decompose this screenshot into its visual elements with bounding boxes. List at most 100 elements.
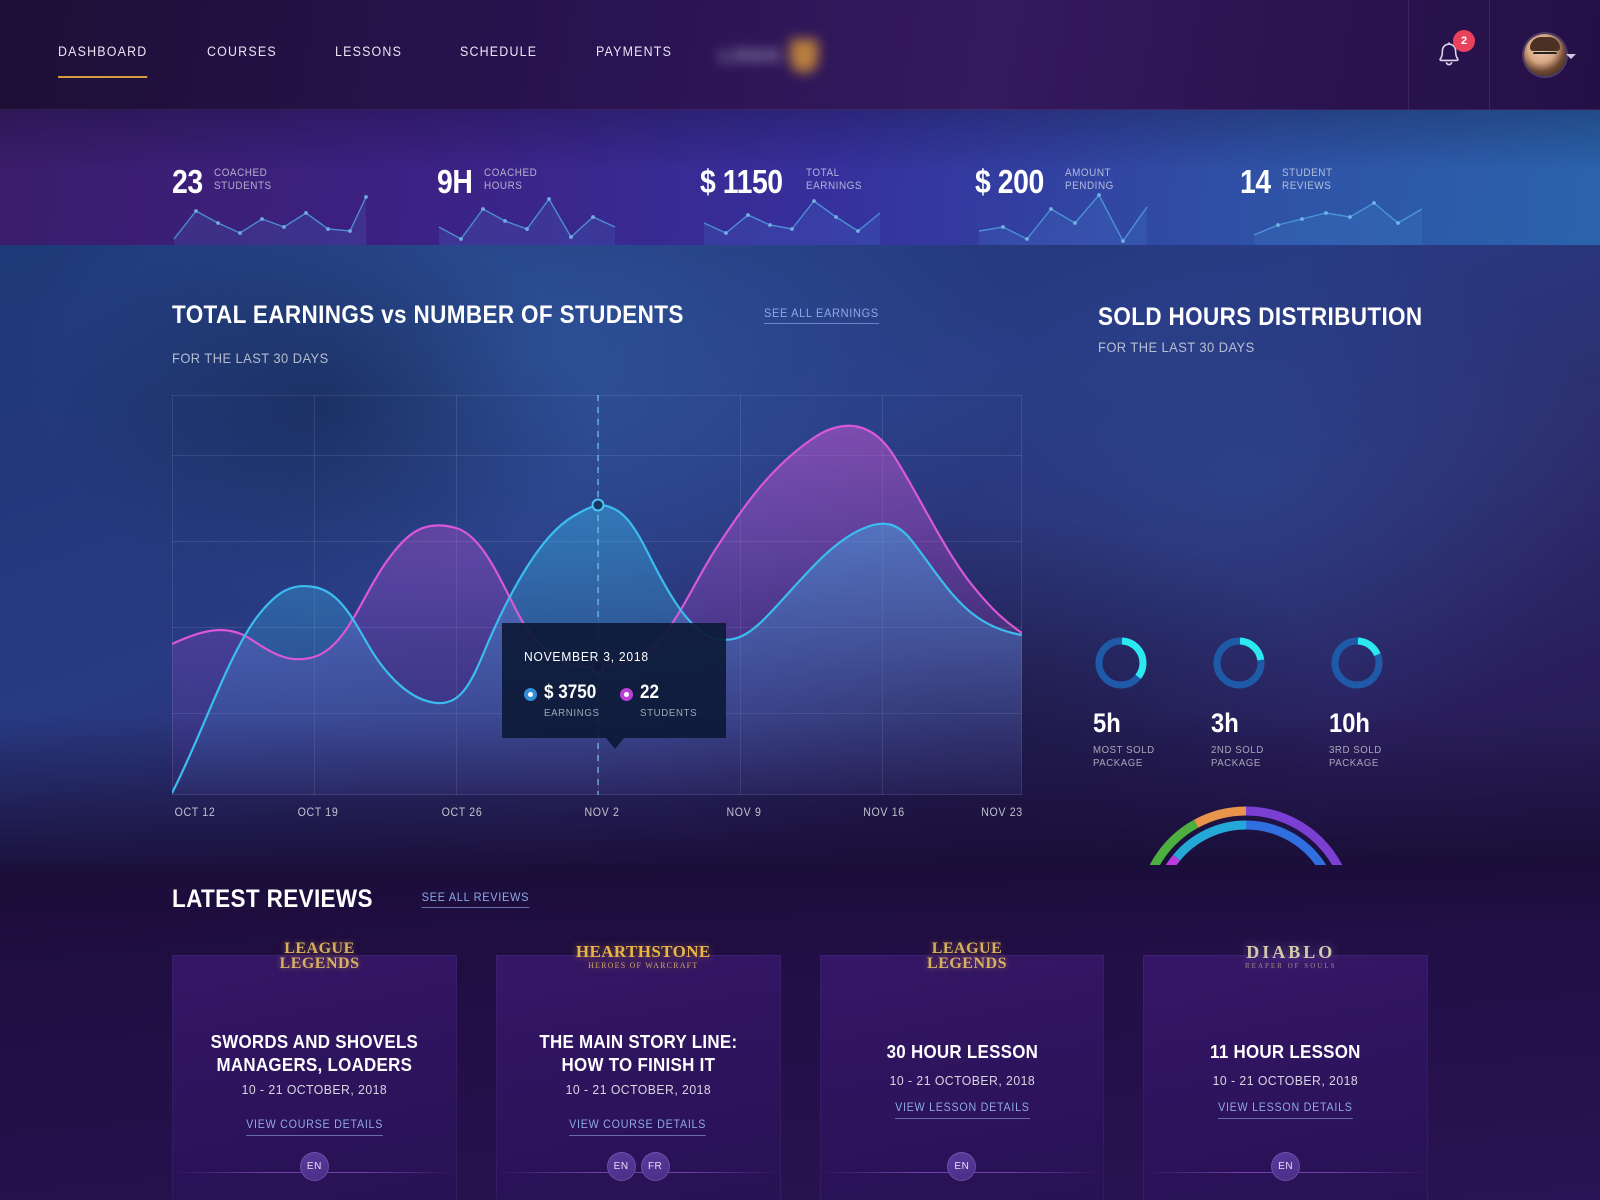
notification-badge: 2: [1453, 30, 1475, 52]
package-label-line1: 2ND SOLD: [1211, 744, 1264, 756]
x-tick-4: NOV 9: [726, 807, 762, 819]
stat-label-line1: STUDENT: [1281, 167, 1333, 179]
stat-label-line2: STUDENTS: [213, 179, 272, 192]
earnings-legend-dot: [524, 688, 537, 701]
language-badges: EN FR: [495, 1139, 781, 1200]
stat-label-line1: TOTAL: [806, 167, 840, 179]
header-actions: 2: [1408, 0, 1600, 110]
review-card-link-wrap: VIEW LESSON DETAILS: [820, 1098, 1105, 1119]
hearthstone-logo-icon: HEARTHSTONE HEROES OF WARCRAFT: [575, 941, 711, 970]
review-card-link-wrap: VIEW COURSE DETAILS: [172, 1115, 457, 1136]
language-badge-en[interactable]: EN: [1271, 1152, 1301, 1181]
stat-label: STUDENT REVIEWS: [1282, 167, 1333, 192]
nav-item-schedule[interactable]: SCHEDULE: [460, 44, 537, 69]
tooltip-students-value: 22: [640, 682, 660, 703]
x-tick-1: OCT 19: [297, 807, 339, 819]
stats-bar: 23 COACHED STUDENTS 9H COACHED HOURS $ 1…: [0, 110, 1600, 245]
user-menu-button[interactable]: [1490, 0, 1600, 110]
language-badges: EN: [1143, 1139, 1428, 1200]
ring-chart-2nd-sold: [1213, 637, 1265, 689]
review-title-line2: HOW TO FINISH IT: [561, 1055, 715, 1075]
dashboard-root: DASHBOARD COURSES LESSONS SCHEDULE PAYME…: [0, 0, 1600, 1200]
language-badges: EN: [819, 1139, 1105, 1200]
see-all-reviews-link[interactable]: SEE ALL REVIEWS: [421, 890, 530, 908]
stat-label: TOTAL EARNINGS: [806, 167, 862, 192]
package-ring-2: 3h 2ND SOLD PACKAGE: [1211, 635, 1329, 770]
review-card[interactable]: HEARTHSTONE HEROES OF WARCRAFT THE MAIN S…: [495, 942, 781, 1200]
x-tick-2: OCT 26: [441, 807, 483, 819]
sold-hours-header: SOLD HOURS DISTRIBUTION FOR THE LAST 30 …: [1098, 305, 1518, 356]
ring-chart-3rd-sold: [1331, 637, 1383, 689]
stat-label-line2: EARNINGS: [806, 179, 863, 192]
chart-tooltip: NOVEMBER 3, 2018 $ 3750 EARNINGS 22 STUD…: [502, 623, 726, 749]
stat-label-line2: REVIEWS: [1281, 179, 1332, 192]
x-tick-0: OCT 12: [174, 807, 216, 819]
earnings-point-marker: [591, 498, 605, 512]
language-badge-en[interactable]: EN: [606, 1152, 636, 1181]
stat-amount-pending: $ 200 AMOUNT PENDING: [975, 165, 1119, 198]
package-label-line2: PACKAGE: [1329, 757, 1379, 769]
package-hours: 10h: [1329, 708, 1370, 738]
view-course-details-link[interactable]: VIEW COURSE DETAILS: [245, 1119, 383, 1136]
avatar: [1524, 34, 1566, 76]
brand-logo-text: LOGO: [720, 46, 783, 65]
package-label-line2: PACKAGE: [1211, 757, 1261, 769]
tooltip-earnings-label: EARNINGS: [544, 707, 600, 719]
package-hours: 5h: [1093, 708, 1121, 738]
nav-item-courses[interactable]: COURSES: [207, 44, 277, 69]
review-card-date: 10 - 21 OCTOBER, 2018: [241, 1082, 388, 1097]
package-label: MOST SOLD PACKAGE: [1093, 744, 1202, 770]
tooltip-earnings-value: $ 3750: [544, 682, 597, 703]
shield-icon: [790, 39, 819, 73]
see-all-earnings-link[interactable]: SEE ALL EARNINGS: [763, 306, 879, 324]
package-hours: 3h: [1211, 708, 1239, 738]
x-tick-6: NOV 23: [981, 807, 1023, 819]
tooltip-date: NOVEMBER 3, 2018: [524, 649, 649, 664]
notifications-button[interactable]: 2: [1409, 0, 1489, 110]
package-label: 3RD SOLD PACKAGE: [1329, 744, 1438, 770]
language-badge-en[interactable]: EN: [947, 1152, 977, 1181]
review-card[interactable]: LEAGUE LEGENDS SWORDS AND SHOVELS MANAGER…: [172, 941, 457, 1200]
view-lesson-details-link[interactable]: VIEW LESSON DETAILS: [1218, 1102, 1353, 1119]
review-card-date: 10 - 21 OCTOBER, 2018: [1212, 1073, 1359, 1088]
package-label-line1: 3RD SOLD: [1329, 744, 1382, 756]
review-card-title: SWORDS AND SHOVELS MANAGERS, LOADERS: [194, 1031, 435, 1077]
language-badges: EN: [172, 1139, 457, 1200]
view-course-details-link[interactable]: VIEW COURSE DETAILS: [569, 1119, 707, 1136]
nav-item-dashboard[interactable]: DASHBOARD: [58, 44, 148, 78]
package-ring-1: 5h MOST SOLD PACKAGE: [1093, 635, 1211, 770]
earnings-header: TOTAL EARNINGS vs NUMBER OF STUDENTS SEE…: [172, 303, 883, 328]
language-badge-fr[interactable]: FR: [640, 1152, 670, 1181]
main-nav: DASHBOARD COURSES LESSONS SCHEDULE PAYME…: [58, 44, 731, 78]
x-tick-3: NOV 2: [584, 807, 620, 819]
stat-value: $ 200: [975, 163, 1044, 200]
brand-logo[interactable]: LOGO: [695, 34, 875, 78]
stat-label: AMOUNT PENDING: [1065, 167, 1114, 192]
top-header: DASHBOARD COURSES LESSONS SCHEDULE PAYME…: [0, 0, 1600, 110]
reviews-title: LATEST REVIEWS: [172, 885, 373, 913]
students-legend-dot: [620, 688, 633, 701]
review-card-date: 10 - 21 OCTOBER, 2018: [565, 1082, 711, 1097]
stat-label: COACHED HOURS: [484, 167, 537, 192]
language-badge-en[interactable]: EN: [299, 1152, 329, 1181]
review-card[interactable]: DIABLO REAPER OF SOULS 11 HOUR LESSON 10 …: [1143, 942, 1428, 1200]
total-hours-donut: 57 TOTAL HOURS SOLD: [1134, 803, 1358, 865]
review-card-link-wrap: VIEW COURSE DETAILS: [496, 1115, 781, 1136]
nav-item-lessons[interactable]: LESSONS: [335, 44, 402, 69]
view-lesson-details-link[interactable]: VIEW LESSON DETAILS: [894, 1102, 1030, 1119]
stat-value: 9H: [437, 163, 473, 200]
stat-coached-students: 23 COACHED STUDENTS: [172, 165, 278, 198]
nav-item-payments[interactable]: PAYMENTS: [596, 44, 672, 69]
stat-value: 14: [1240, 163, 1271, 200]
package-ring-3: 10h 3RD SOLD PACKAGE: [1329, 635, 1447, 770]
tooltip-students: 22 STUDENTS: [620, 683, 702, 719]
package-label: 2ND SOLD PACKAGE: [1211, 744, 1320, 770]
sold-hours-subtitle: FOR THE LAST 30 DAYS: [1098, 339, 1255, 355]
package-rings: 5h MOST SOLD PACKAGE 3h 2ND SOLD PACKAGE: [1093, 635, 1513, 770]
reviews-header: LATEST REVIEWS SEE ALL REVIEWS: [172, 887, 534, 912]
review-card-link-wrap: VIEW LESSON DETAILS: [1143, 1098, 1428, 1119]
stat-coached-hours: 9H COACHED HOURS: [437, 165, 543, 198]
review-card-title: 30 HOUR LESSON: [886, 1042, 1038, 1062]
stat-value: $ 1150: [700, 163, 783, 200]
review-card[interactable]: LEAGUE LEGENDS 30 HOUR LESSON 10 - 21 OCT…: [819, 941, 1105, 1200]
